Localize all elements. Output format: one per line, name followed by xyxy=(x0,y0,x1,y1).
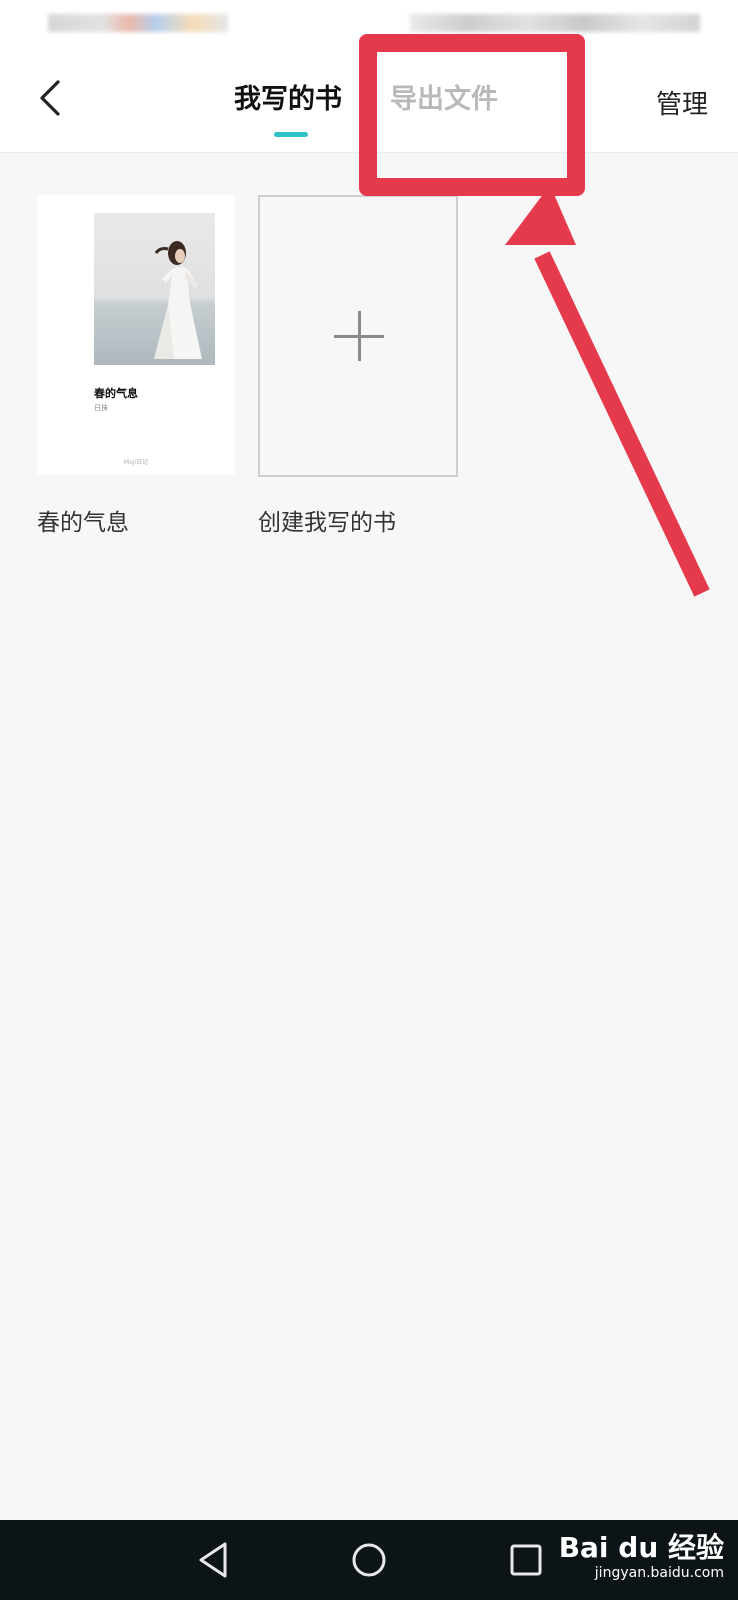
cover-author: 日抹 xyxy=(94,404,108,412)
system-nav-bar: Bai du 经验 jingyan.baidu.com xyxy=(0,1520,738,1600)
watermark-url: jingyan.baidu.com xyxy=(594,1565,724,1581)
back-triangle-icon[interactable] xyxy=(193,1538,237,1582)
home-circle-icon[interactable] xyxy=(347,1538,391,1582)
status-blur-right xyxy=(410,14,700,32)
annotation-highlight-box xyxy=(359,34,585,196)
cover-photo xyxy=(94,213,215,365)
book-cover: 春的气息 日抹 Moji日记 xyxy=(37,195,235,475)
baidu-watermark: Bai du 经验 jingyan.baidu.com xyxy=(559,1532,724,1582)
create-book-card[interactable] xyxy=(258,195,458,477)
annotation-arrow-icon xyxy=(505,185,710,597)
cover-title: 春的气息 xyxy=(94,387,138,400)
book-caption: 春的气息 xyxy=(37,510,129,536)
book-card[interactable]: 春的气息 日抹 Moji日记 xyxy=(37,195,235,475)
screen: 我写的书 导出文件 管理 春的气息 日抹 Moji日记 春的气息 创建我写的书 … xyxy=(0,0,738,1600)
tab-my-books[interactable]: 我写的书 xyxy=(234,82,342,118)
recents-square-icon[interactable] xyxy=(504,1538,548,1582)
cover-footer: Moji日记 xyxy=(123,459,149,466)
plus-icon xyxy=(334,311,384,361)
active-tab-indicator xyxy=(274,132,308,137)
back-button[interactable] xyxy=(28,76,72,120)
status-blur-left xyxy=(48,14,228,32)
create-book-caption: 创建我写的书 xyxy=(258,510,396,536)
cover-photo-illustration xyxy=(154,241,202,359)
manage-button[interactable]: 管理 xyxy=(656,84,708,121)
watermark-logo: Bai du 经验 xyxy=(558,1531,724,1564)
chevron-left-icon xyxy=(40,80,60,116)
